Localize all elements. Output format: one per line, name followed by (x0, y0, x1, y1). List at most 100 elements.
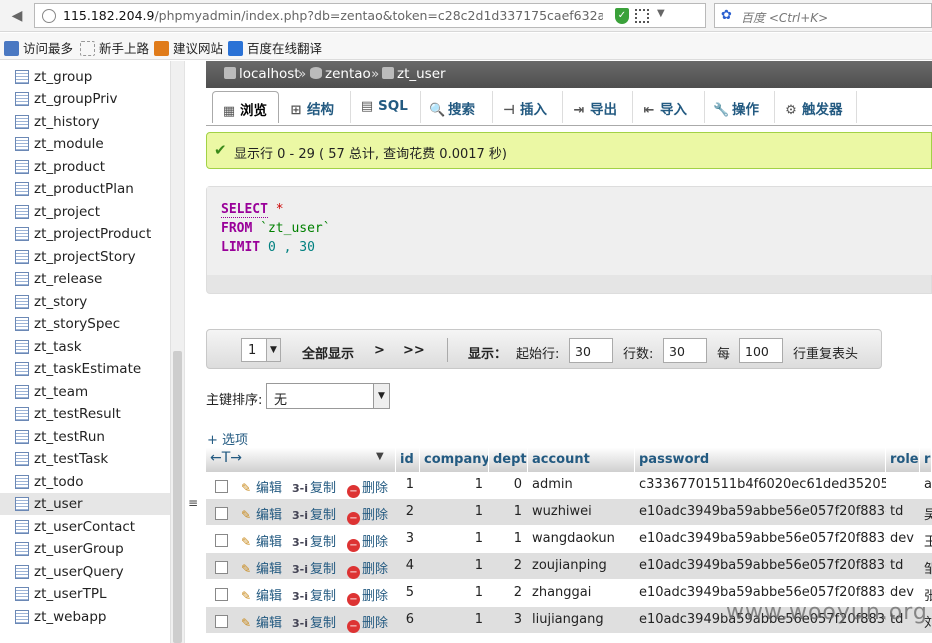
breadcrumb-table[interactable]: zt_user (382, 66, 446, 82)
sidebar-item-zt_testTask[interactable]: zt_testTask (0, 448, 180, 470)
search-input[interactable]: ✿ 百度 <Ctrl+K> (714, 3, 932, 28)
sidebar-item-zt_productPlan[interactable]: zt_productPlan (0, 178, 180, 200)
sidebar-item-zt_userTPL[interactable]: zt_userTPL (0, 583, 180, 605)
sidebar-item-zt_testResult[interactable]: zt_testResult (0, 403, 180, 425)
delete-button[interactable]: − 删除 (347, 612, 388, 633)
column-header-dept[interactable]: dept (489, 448, 528, 472)
start-row-label: 起始行: (516, 347, 560, 362)
delete-button[interactable]: − 删除 (347, 531, 388, 552)
column-header-password[interactable]: password (635, 448, 886, 472)
url-text[interactable]: 115.182.204.9/phpmyadmin/index.php?db=ze… (63, 8, 603, 23)
edit-button[interactable]: ✎ 编辑 (238, 585, 282, 604)
sidebar-scrollbar[interactable] (170, 61, 184, 643)
table-icon (15, 205, 29, 219)
sidebar-item-zt_testRun[interactable]: zt_testRun (0, 426, 180, 448)
sidebar-item-zt_history[interactable]: zt_history (0, 111, 180, 133)
chevron-down-icon[interactable]: ▼ (373, 384, 389, 408)
start-row-input[interactable]: 30 (569, 338, 613, 363)
security-shield-icon[interactable]: ✓ (615, 8, 629, 24)
page-select[interactable]: 1 ▼ (241, 338, 281, 362)
copy-button[interactable]: 3-i 复制 (292, 531, 336, 550)
tab-sql[interactable]: ▤ SQL (351, 91, 421, 123)
row-checkbox[interactable] (215, 561, 228, 574)
breadcrumb-database[interactable]: zentao (310, 66, 371, 82)
sidebar-item-zt_groupPriv[interactable]: zt_groupPriv (0, 88, 180, 110)
sidebar-item-zt_story[interactable]: zt_story (0, 291, 180, 313)
sidebar-item-zt_taskEstimate[interactable]: zt_taskEstimate (0, 358, 180, 380)
options-link[interactable]: + 选项 (207, 429, 248, 448)
tab-browse[interactable]: ▦ 浏览 (212, 91, 279, 123)
chevron-down-icon[interactable]: ▼ (657, 8, 665, 19)
sidebar-item-zt_task[interactable]: zt_task (0, 336, 180, 358)
qr-code-icon[interactable] (635, 9, 649, 23)
row-checkbox[interactable] (215, 480, 228, 493)
copy-icon: 3-i (292, 590, 308, 603)
bookmark-baidu-translate[interactable]: 百度在线翻译 (228, 38, 322, 57)
delete-button[interactable]: − 删除 (347, 558, 388, 579)
sql-query-body[interactable]: SELECT * FROM `zt_user` LIMIT 0 , 30 (207, 187, 932, 275)
sidebar-item-zt_userContact[interactable]: zt_userContact (0, 516, 180, 538)
column-header-id[interactable]: id (396, 448, 420, 472)
tab-import[interactable]: ⇤ 导入 (633, 91, 705, 123)
sidebar-item-zt_todo[interactable]: zt_todo (0, 471, 180, 493)
copy-button[interactable]: 3-i 复制 (292, 558, 336, 577)
edit-button[interactable]: ✎ 编辑 (238, 558, 282, 577)
sidebar-item-zt_userQuery[interactable]: zt_userQuery (0, 561, 180, 583)
back-icon[interactable]: ◀ (6, 5, 28, 27)
copy-button[interactable]: 3-i 复制 (292, 612, 336, 631)
next-page-button[interactable]: > (374, 343, 385, 358)
tab-insert[interactable]: ⊣ 插入 (493, 91, 563, 123)
sidebar-item-zt_release[interactable]: zt_release (0, 268, 180, 290)
column-header-account[interactable]: account (528, 448, 635, 472)
sidebar-resize-divider[interactable]: ≡ (184, 61, 200, 643)
copy-button[interactable]: 3-i 复制 (292, 585, 336, 604)
sidebar-item-zt_project[interactable]: zt_project (0, 201, 180, 223)
tab-search[interactable]: 🔍 搜索 (421, 91, 493, 123)
chevron-down-icon[interactable]: ▼ (376, 451, 384, 462)
edit-button[interactable]: ✎ 编辑 (238, 477, 282, 496)
last-page-button[interactable]: >> (403, 343, 425, 358)
row-checkbox[interactable] (215, 534, 228, 547)
row-checkbox[interactable] (215, 507, 228, 520)
show-all-button[interactable]: 全部显示 (302, 343, 354, 362)
rows-input[interactable]: 30 (663, 338, 707, 363)
delete-button[interactable]: − 删除 (347, 504, 388, 525)
tab-structure[interactable]: ⊞ 结构 (280, 91, 351, 123)
bookmark-getting-started[interactable]: 新手上路 (80, 38, 149, 57)
sidebar-item-zt_user[interactable]: zt_user (0, 493, 180, 515)
edit-button[interactable]: ✎ 编辑 (238, 612, 282, 631)
column-header-role[interactable]: role (886, 448, 920, 472)
delete-button[interactable]: − 删除 (347, 477, 388, 498)
breadcrumb-server[interactable]: localhost (224, 66, 300, 82)
sidebar-item-zt_team[interactable]: zt_team (0, 381, 180, 403)
grip-icon[interactable]: ≡ (188, 496, 198, 510)
edit-button[interactable]: ✎ 编辑 (238, 531, 282, 550)
sidebar-item-zt_product[interactable]: zt_product (0, 156, 180, 178)
edit-button[interactable]: ✎ 编辑 (238, 504, 282, 523)
address-bar[interactable]: 115.182.204.9/phpmyadmin/index.php?db=ze… (34, 3, 730, 28)
sidebar-item-zt_projectProduct[interactable]: zt_projectProduct (0, 223, 180, 245)
sidebar-scrollbar-thumb[interactable] (173, 351, 182, 643)
row-checkbox[interactable] (215, 615, 228, 628)
copy-button[interactable]: 3-i 复制 (292, 504, 336, 523)
column-header-company[interactable]: company (420, 448, 489, 472)
sidebar-item-zt_webapp[interactable]: zt_webapp (0, 606, 180, 628)
row-checkbox[interactable] (215, 588, 228, 601)
chevron-down-icon[interactable]: ▼ (266, 339, 280, 361)
tab-operations[interactable]: 🔧 操作 (705, 91, 775, 123)
bookmark-suggested-sites[interactable]: 建议网站 (154, 38, 223, 57)
copy-button[interactable]: 3-i 复制 (292, 477, 336, 496)
sort-select[interactable]: 无 ▼ (266, 383, 390, 409)
sidebar-item-zt_module[interactable]: zt_module (0, 133, 180, 155)
sidebar-item-zt_group[interactable]: zt_group (0, 66, 180, 88)
tab-triggers[interactable]: ⚙ 触发器 (775, 91, 857, 123)
sidebar-item-zt_userGroup[interactable]: zt_userGroup (0, 538, 180, 560)
bookmark-most-visited[interactable]: 访问最多 (4, 38, 73, 57)
sidebar-item-zt_storySpec[interactable]: zt_storySpec (0, 313, 180, 335)
column-header-realname[interactable]: re (920, 448, 932, 472)
sidebar-item-zt_projectStory[interactable]: zt_projectStory (0, 246, 180, 268)
repeat-header-input[interactable]: 100 (739, 338, 783, 363)
delete-button[interactable]: − 删除 (347, 585, 388, 606)
tab-export[interactable]: ⇥ 导出 (563, 91, 633, 123)
column-resize-icon[interactable]: ←T→ (210, 450, 242, 466)
